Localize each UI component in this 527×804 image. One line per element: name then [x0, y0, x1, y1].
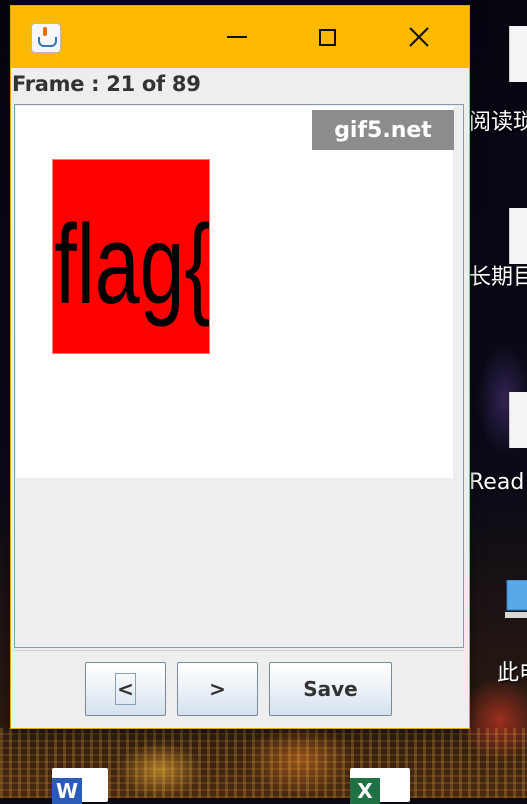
word-taskbar-icon[interactable]: W [52, 768, 108, 804]
next-frame-button[interactable]: > [177, 662, 258, 716]
maximize-icon [318, 28, 336, 46]
minimize-icon [227, 36, 247, 38]
desktop-icon-label[interactable]: 长期目 [469, 259, 527, 291]
gif-frame-viewer-window: Frame : 21 of 89 gif5.net flag{ < > Save [11, 6, 469, 728]
close-icon [409, 27, 429, 47]
frame-counter-label: Frame : 21 of 89 [12, 72, 201, 96]
excel-taskbar-icon[interactable]: X [350, 768, 410, 804]
save-label: Save [303, 677, 358, 701]
previous-frame-button[interactable]: < [85, 662, 166, 716]
previous-frame-label: < [115, 673, 136, 705]
close-button[interactable] [373, 6, 465, 68]
watermark-label: gif5.net [312, 110, 454, 150]
desktop-document-icon[interactable] [509, 208, 527, 264]
java-steam-shape [43, 27, 47, 36]
desktop-document-icon[interactable] [509, 26, 527, 82]
next-frame-label: > [209, 677, 226, 701]
excel-icon: X [350, 778, 380, 804]
maximize-button[interactable] [281, 6, 373, 68]
button-row-separator [14, 650, 464, 651]
frame-viewer-panel: gif5.net flag{ [14, 104, 464, 648]
title-bar[interactable] [11, 6, 469, 68]
flag-text: flag{ [54, 202, 210, 327]
this-pc-icon[interactable] [505, 579, 527, 624]
desktop-document-icon[interactable] [509, 392, 527, 448]
desktop-icon-label[interactable]: Read [469, 470, 524, 495]
java-cup-shape [38, 37, 57, 47]
flag-text-graphic: flag{ [54, 202, 210, 327]
word-icon: W [52, 778, 82, 804]
desktop-icon-label[interactable]: 阅读琐 [469, 104, 527, 136]
frame-canvas: gif5.net flag{ [16, 106, 454, 478]
desktop-icon-label[interactable]: 此电 [497, 655, 527, 687]
java-app-icon[interactable] [31, 23, 61, 53]
minimize-button[interactable] [191, 6, 283, 68]
gif-frame-image: flag{ [52, 159, 210, 354]
save-frame-button[interactable]: Save [269, 662, 392, 716]
